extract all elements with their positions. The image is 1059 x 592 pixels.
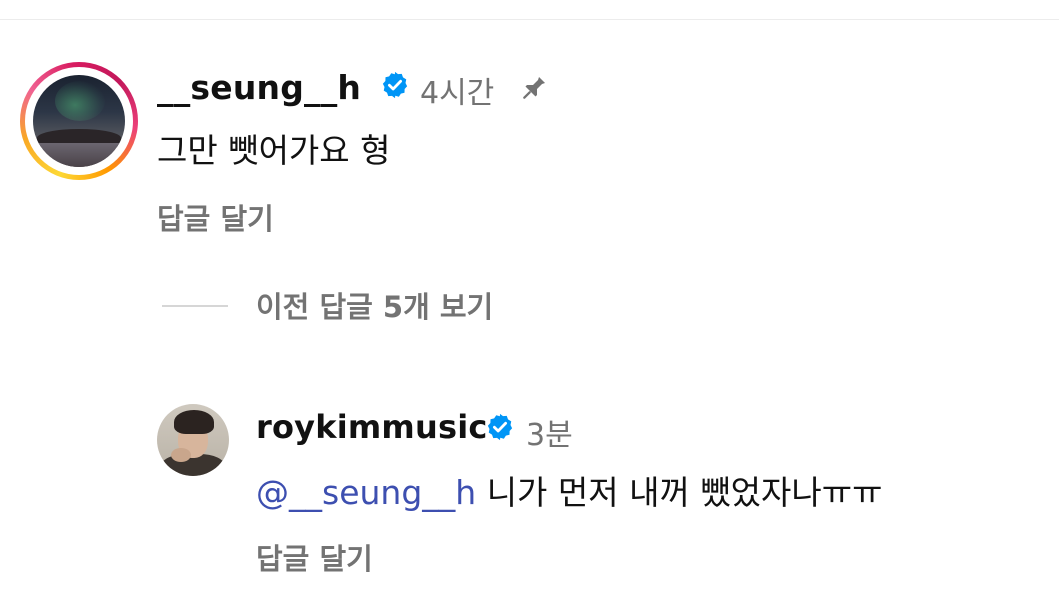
reply-text: @__seung__h 니가 먼저 내꺼 뺐었자나ㅠㅠ [256,466,882,514]
reply-button[interactable]: 답글 달기 [157,196,274,238]
avatar [33,75,125,167]
reply-time: 3분 [526,418,573,453]
mention-link[interactable]: @__seung__h [256,473,476,512]
view-previous-replies-button[interactable]: 이전 답글 5개 보기 [256,284,493,326]
verified-badge-icon [382,71,408,99]
reply-username[interactable]: roykimmusic [256,408,488,446]
pin-icon [523,76,546,99]
verified-badge-icon [487,413,513,441]
replies-divider-line [162,305,228,307]
reply-message: 니가 먼저 내꺼 뺐었자나ㅠㅠ [476,473,883,512]
comment-text: 그만 뺏어가요 형 [157,131,391,170]
story-ring-avatar[interactable] [20,62,138,180]
comment-username[interactable]: __seung__h [157,68,361,107]
reply-avatar[interactable] [157,404,229,476]
reply-button[interactable]: 답글 달기 [256,536,373,578]
comment-time: 4시간 [420,76,495,111]
top-divider [0,19,1059,20]
